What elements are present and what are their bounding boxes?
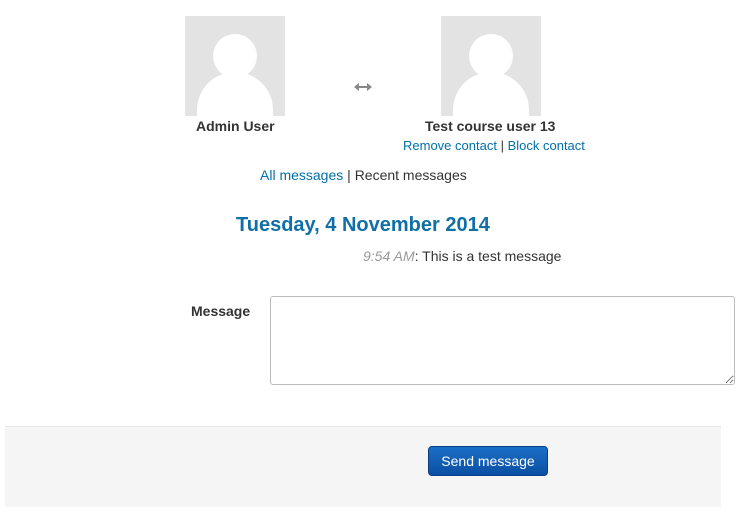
avatar-body xyxy=(197,72,273,116)
recent-messages-label: Recent messages xyxy=(354,167,467,183)
admin-user-name: Admin User xyxy=(196,118,275,134)
message-input[interactable] xyxy=(270,296,735,385)
date-heading: Tuesday, 4 November 2014 xyxy=(236,214,490,236)
message-text: : This is a test message xyxy=(414,248,562,264)
contact-user-name: Test course user 13 xyxy=(425,118,556,134)
contact-actions-separator: | xyxy=(500,138,504,153)
message-time: 9:54 AM xyxy=(363,248,415,264)
message-history-nav: All messages | Recent messages xyxy=(260,167,467,183)
admin-user-avatar[interactable] xyxy=(185,16,285,116)
contact-actions: Remove contact | Block contact xyxy=(403,138,585,153)
message-entry: 9:54 AM: This is a test message xyxy=(363,248,561,264)
message-field-label: Message xyxy=(191,303,251,319)
avatar-body xyxy=(453,72,529,116)
block-contact-link[interactable]: Block contact xyxy=(508,138,585,153)
send-message-button[interactable]: Send message xyxy=(428,446,548,476)
bidirectional-arrow-icon xyxy=(354,83,372,91)
form-footer xyxy=(5,426,721,507)
test-course-user-avatar[interactable] xyxy=(441,16,541,116)
messaging-page: Admin User Test course user 13 Remove co… xyxy=(0,0,737,519)
all-messages-link[interactable]: All messages xyxy=(260,167,343,183)
remove-contact-link[interactable]: Remove contact xyxy=(403,138,497,153)
nav-separator: | xyxy=(347,167,351,183)
